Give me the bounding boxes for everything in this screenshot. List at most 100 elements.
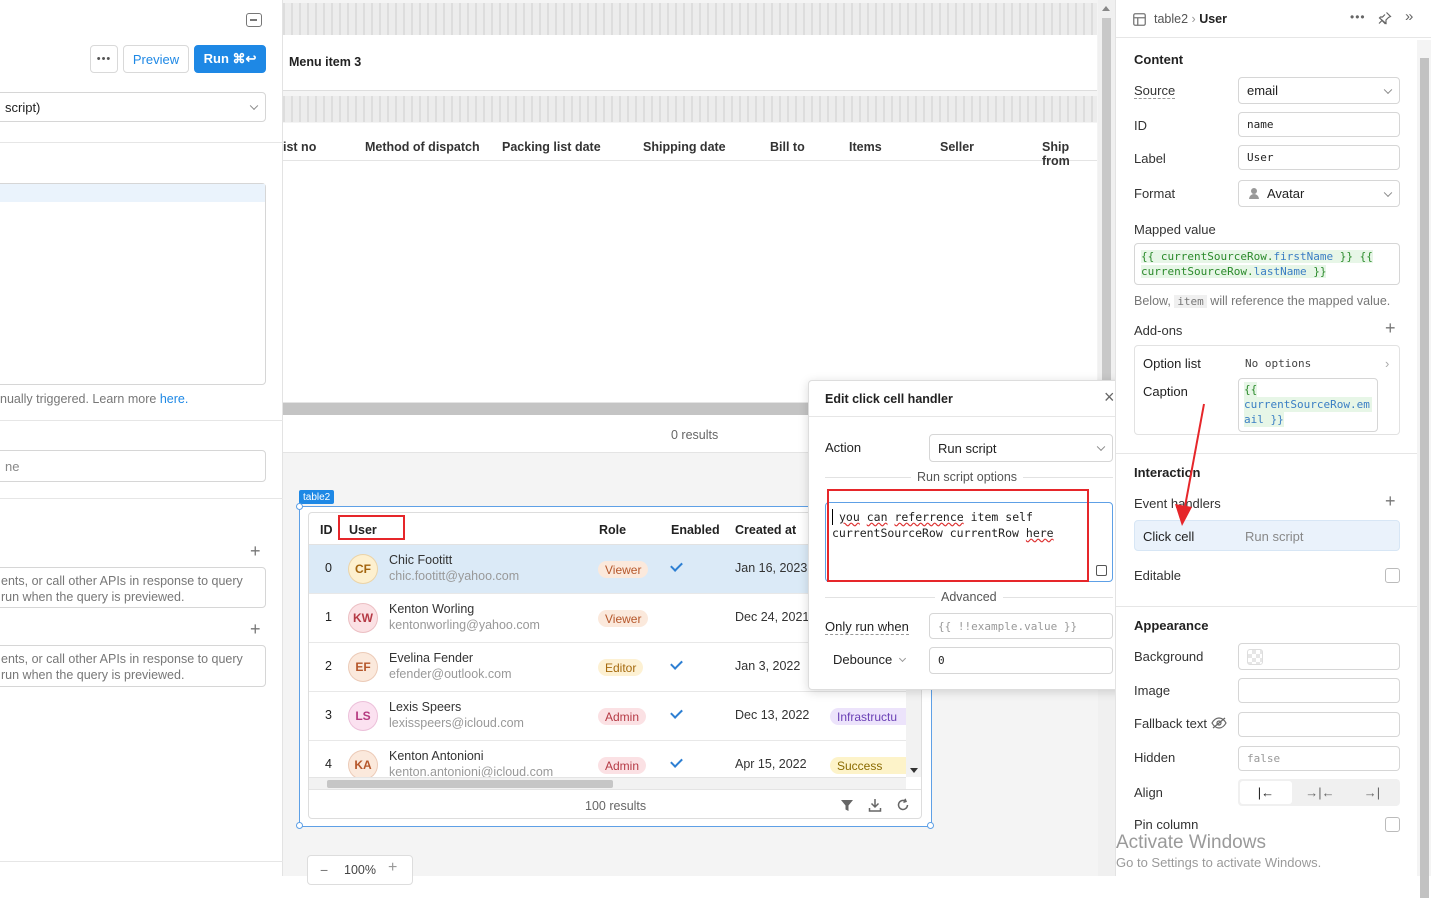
zoom-in-button[interactable]: + [388,859,397,877]
pin-column-checkbox[interactable] [1385,817,1400,832]
resize-handle[interactable] [296,503,303,510]
table2-horizontal-scrollbar[interactable] [309,777,906,789]
header-seller[interactable]: Seller [940,140,974,154]
resource-select[interactable]: script) [0,92,266,122]
fallback-text-label: Fallback text [1134,716,1227,731]
format-select[interactable]: Avatar [1238,180,1400,207]
resize-handle[interactable] [927,822,934,829]
divider [0,142,283,143]
expand-editor-icon[interactable] [1096,565,1107,576]
success-handlers-box[interactable]: ents, or call other APIs in response to … [0,567,266,608]
add-failure-handler-icon[interactable]: + [250,619,261,640]
collapse-icon[interactable] [246,13,262,27]
id-input[interactable]: name [1238,112,1400,137]
script-editor[interactable] [0,183,266,385]
timeout-input-value: ne [5,458,20,474]
header-id[interactable]: ID [320,523,333,537]
align-left-button[interactable]: |← [1240,781,1292,804]
option-list-value[interactable]: No options [1245,357,1311,370]
action-select[interactable]: Run script [929,434,1113,462]
preview-button[interactable]: Preview [123,45,189,73]
header-created-at[interactable]: Created at [735,523,796,537]
success-hint-line2: run when the query is previewed. [1,590,185,604]
download-icon[interactable] [868,798,882,812]
inspector-scrollbar[interactable] [1417,40,1431,898]
code-token: {{ [1141,250,1161,263]
breadcrumb-column: User [1199,12,1227,26]
resource-select-value: script) [5,99,41,115]
cell-id: 3 [325,708,332,722]
role-badge-label: Viewer [605,562,642,577]
more-options-button[interactable]: ••• [90,45,118,73]
background-color-input[interactable] [1238,643,1400,670]
add-success-handler-icon[interactable]: + [250,541,261,562]
role-badge: Admin [598,708,647,725]
mapped-value-editor[interactable]: {{ currentSourceRow.firstName }} {{ curr… [1134,243,1400,285]
scroll-down-icon[interactable] [910,768,918,773]
resize-handle[interactable] [296,822,303,829]
cell-created-at: Jan 3, 2022 [735,659,801,673]
label-input[interactable]: User [1238,145,1400,170]
code-token: }} {{ [1333,250,1373,263]
header-role[interactable]: Role [599,523,626,537]
timeout-input[interactable]: ne [0,450,266,482]
more-options-icon[interactable]: ••• [1350,10,1366,24]
header-bill-to[interactable]: Bill to [770,140,805,154]
close-icon[interactable]: × [1104,387,1115,408]
avatar-initials: KW [353,611,373,625]
avatar: LS [348,701,378,731]
align-right-icon: →| [1363,785,1381,800]
breadcrumb-component[interactable]: table2 [1154,12,1188,26]
header-shipping-date[interactable]: Shipping date [643,140,726,154]
failure-handlers-box[interactable]: ents, or call other APIs in response to … [0,645,266,687]
fallback-text-input[interactable] [1238,712,1400,737]
collapse-panel-icon[interactable]: » [1405,8,1413,25]
header-packing-list-date[interactable]: Packing list date [502,140,601,154]
add-event-handler-icon[interactable]: + [1385,491,1396,512]
header-list-no[interactable]: ist no [283,140,316,154]
source-select[interactable]: email [1238,77,1400,104]
mapped-value-hint: Below, item will reference the mapped va… [1134,293,1390,310]
scrollbar-thumb[interactable] [327,780,613,788]
filter-icon[interactable] [840,799,854,812]
canvas-striped-area [283,3,1097,35]
editable-checkbox[interactable] [1385,568,1400,583]
header-enabled[interactable]: Enabled [671,523,720,537]
chevron-right-icon[interactable]: › [1385,356,1389,371]
mapped-line-1: {{ currentSourceRow.firstName }} {{ [1141,249,1393,264]
caption-line: ail }} [1244,412,1284,427]
align-center-button[interactable]: →|← [1294,781,1346,804]
menu-bar: Menu item 3 [283,35,1097,91]
add-addon-icon[interactable]: + [1385,318,1396,339]
status-badge: Infrastructu [830,708,906,725]
annotation-arrow [1175,403,1205,526]
menu-item-3[interactable]: Menu item 3 [289,55,361,69]
debounce-dropdown[interactable]: Debounce [833,652,906,667]
caption-editor[interactable]: {{ currentSourceRow.em ail }} [1238,378,1378,432]
scrollbar-thumb[interactable] [1420,58,1429,898]
learn-more-link[interactable]: here. [160,392,189,406]
header-items[interactable]: Items [849,140,882,154]
align-right-button[interactable]: →| [1346,781,1398,804]
only-run-when-label: Only run when [825,619,909,635]
header-method-of-dispatch[interactable]: Method of dispatch [365,140,480,154]
appearance-section-title: Appearance [1134,618,1209,633]
refresh-icon[interactable] [896,798,910,812]
pin-icon[interactable] [1378,11,1392,25]
role-badge: Editor [598,659,644,676]
table2-tag[interactable]: table2 [299,490,335,504]
action-select-value: Run script [938,440,997,456]
cell-user-email: lexisspeers@icloud.com [389,716,524,730]
header-ship-from[interactable]: Ship from [1042,140,1097,168]
run-button[interactable]: Run ⌘↩ [194,45,266,73]
table-row[interactable]: 3 LS Lexis Speers lexisspeers@icloud.com… [309,692,906,741]
script-editor-highlight [827,489,1089,582]
table2-footer: 100 results [309,789,921,818]
image-input[interactable] [1238,678,1400,703]
hidden-input[interactable]: false [1238,746,1400,771]
debounce-input[interactable]: 0 [929,647,1113,674]
scrollbar-thumb[interactable] [1102,18,1111,390]
scroll-up-icon[interactable] [1102,6,1110,11]
cell-created-at: Apr 15, 2022 [735,757,807,771]
only-run-when-input[interactable]: {{ !!example.value }} [929,613,1113,639]
